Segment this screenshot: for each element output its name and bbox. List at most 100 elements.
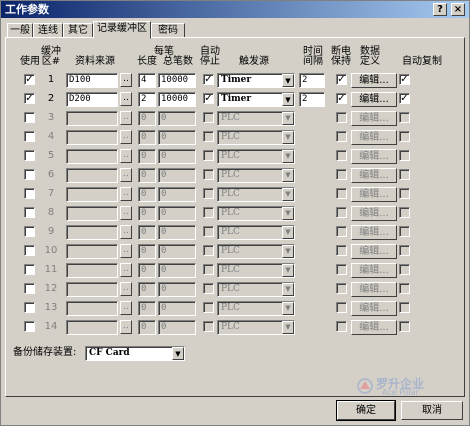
data-source-input[interactable]: [66, 320, 118, 335]
retain-checkbox[interactable]: [336, 283, 347, 294]
trigger-source-select[interactable]: PLC ▼: [217, 320, 295, 335]
total-records-input[interactable]: 0: [158, 168, 196, 183]
data-source-browse-button[interactable]: ..: [120, 244, 132, 258]
data-source-browse-button[interactable]: ..: [120, 149, 132, 163]
tab-record-buffer[interactable]: 记录缓冲区: [93, 21, 151, 39]
total-records-input[interactable]: 10000: [158, 73, 196, 88]
edit-data-definition-button[interactable]: 编辑...: [351, 301, 397, 316]
total-records-input[interactable]: 10000: [158, 92, 196, 107]
tab-password[interactable]: 密码: [151, 23, 185, 38]
data-source-input[interactable]: [66, 301, 118, 316]
data-source-browse-button[interactable]: ..: [120, 73, 132, 87]
retain-checkbox[interactable]: ✓: [336, 74, 347, 85]
data-source-browse-button[interactable]: ..: [120, 206, 132, 220]
edit-data-definition-button[interactable]: 编辑...: [351, 225, 397, 240]
length-input[interactable]: 0: [138, 244, 156, 259]
data-source-input[interactable]: [66, 130, 118, 145]
data-source-browse-button[interactable]: ..: [120, 282, 132, 296]
total-records-input[interactable]: 0: [158, 206, 196, 221]
chevron-down-icon[interactable]: ▼: [172, 347, 184, 360]
edit-data-definition-button[interactable]: 编辑...: [351, 263, 397, 278]
edit-data-definition-button[interactable]: 编辑...: [351, 282, 397, 297]
trigger-source-select[interactable]: PLC ▼: [217, 282, 295, 297]
trigger-source-select[interactable]: PLC ▼: [217, 111, 295, 126]
retain-checkbox[interactable]: [336, 245, 347, 256]
trigger-source-select[interactable]: PLC ▼: [217, 187, 295, 202]
auto-stop-checkbox[interactable]: [203, 131, 214, 142]
use-checkbox[interactable]: [24, 150, 35, 161]
auto-stop-checkbox[interactable]: ✓: [203, 74, 214, 85]
retain-checkbox[interactable]: [336, 226, 347, 237]
total-records-input[interactable]: 0: [158, 301, 196, 316]
backup-device-select[interactable]: CF Card ▼: [85, 346, 185, 361]
trigger-source-select[interactable]: PLC ▼: [217, 225, 295, 240]
length-input[interactable]: 0: [138, 206, 156, 221]
length-input[interactable]: 0: [138, 282, 156, 297]
retain-checkbox[interactable]: [336, 150, 347, 161]
use-checkbox[interactable]: [24, 226, 35, 237]
auto-stop-checkbox[interactable]: [203, 188, 214, 199]
chevron-down-icon[interactable]: ▼: [282, 226, 294, 239]
edit-data-definition-button[interactable]: 编辑...: [351, 206, 397, 221]
data-source-input[interactable]: [66, 111, 118, 126]
chevron-down-icon[interactable]: ▼: [282, 74, 294, 87]
chevron-down-icon[interactable]: ▼: [282, 302, 294, 315]
total-records-input[interactable]: 0: [158, 130, 196, 145]
length-input[interactable]: 0: [138, 130, 156, 145]
close-button[interactable]: ×: [451, 3, 465, 16]
chevron-down-icon[interactable]: ▼: [282, 264, 294, 277]
data-source-browse-button[interactable]: ..: [120, 320, 132, 334]
auto-stop-checkbox[interactable]: [203, 112, 214, 123]
data-source-input[interactable]: [66, 149, 118, 164]
auto-copy-checkbox[interactable]: [399, 283, 410, 294]
data-source-browse-button[interactable]: ..: [120, 130, 132, 144]
tab-other[interactable]: 其它: [63, 23, 93, 38]
auto-stop-checkbox[interactable]: [203, 169, 214, 180]
auto-copy-checkbox[interactable]: [399, 207, 410, 218]
chevron-down-icon[interactable]: ▼: [282, 169, 294, 182]
data-source-browse-button[interactable]: ..: [120, 111, 132, 125]
data-source-browse-button[interactable]: ..: [120, 225, 132, 239]
total-records-input[interactable]: 0: [158, 320, 196, 335]
length-input[interactable]: 0: [138, 301, 156, 316]
total-records-input[interactable]: 0: [158, 187, 196, 202]
auto-copy-checkbox[interactable]: [399, 188, 410, 199]
total-records-input[interactable]: 0: [158, 263, 196, 278]
auto-stop-checkbox[interactable]: [203, 302, 214, 313]
total-records-input[interactable]: 0: [158, 149, 196, 164]
retain-checkbox[interactable]: [336, 188, 347, 199]
auto-stop-checkbox[interactable]: [203, 283, 214, 294]
edit-data-definition-button[interactable]: 编辑...: [351, 111, 397, 126]
trigger-source-select[interactable]: Timer ▼: [217, 92, 295, 107]
retain-checkbox[interactable]: [336, 302, 347, 313]
auto-stop-checkbox[interactable]: [203, 264, 214, 275]
total-records-input[interactable]: 0: [158, 244, 196, 259]
retain-checkbox[interactable]: [336, 112, 347, 123]
data-source-input[interactable]: [66, 187, 118, 202]
use-checkbox[interactable]: [24, 283, 35, 294]
data-source-input[interactable]: [66, 244, 118, 259]
edit-data-definition-button[interactable]: 编辑...: [351, 73, 397, 88]
auto-copy-checkbox[interactable]: [399, 169, 410, 180]
edit-data-definition-button[interactable]: 编辑...: [351, 168, 397, 183]
trigger-source-select[interactable]: PLC ▼: [217, 244, 295, 259]
chevron-down-icon[interactable]: ▼: [282, 131, 294, 144]
auto-stop-checkbox[interactable]: ✓: [203, 93, 214, 104]
auto-copy-checkbox[interactable]: [399, 302, 410, 313]
edit-data-definition-button[interactable]: 编辑...: [351, 244, 397, 259]
edit-data-definition-button[interactable]: 编辑...: [351, 92, 397, 107]
data-source-browse-button[interactable]: ..: [120, 187, 132, 201]
auto-stop-checkbox[interactable]: [203, 207, 214, 218]
trigger-source-select[interactable]: PLC ▼: [217, 130, 295, 145]
trigger-source-select[interactable]: PLC ▼: [217, 149, 295, 164]
auto-copy-checkbox[interactable]: ✓: [399, 74, 410, 85]
retain-checkbox[interactable]: [336, 264, 347, 275]
ok-button[interactable]: 确定: [336, 400, 396, 421]
data-source-browse-button[interactable]: ..: [120, 92, 132, 106]
use-checkbox[interactable]: [24, 188, 35, 199]
length-input[interactable]: 0: [138, 168, 156, 183]
data-source-input[interactable]: [66, 206, 118, 221]
data-source-browse-button[interactable]: ..: [120, 301, 132, 315]
cancel-button[interactable]: 取消: [401, 401, 463, 420]
auto-copy-checkbox[interactable]: [399, 112, 410, 123]
